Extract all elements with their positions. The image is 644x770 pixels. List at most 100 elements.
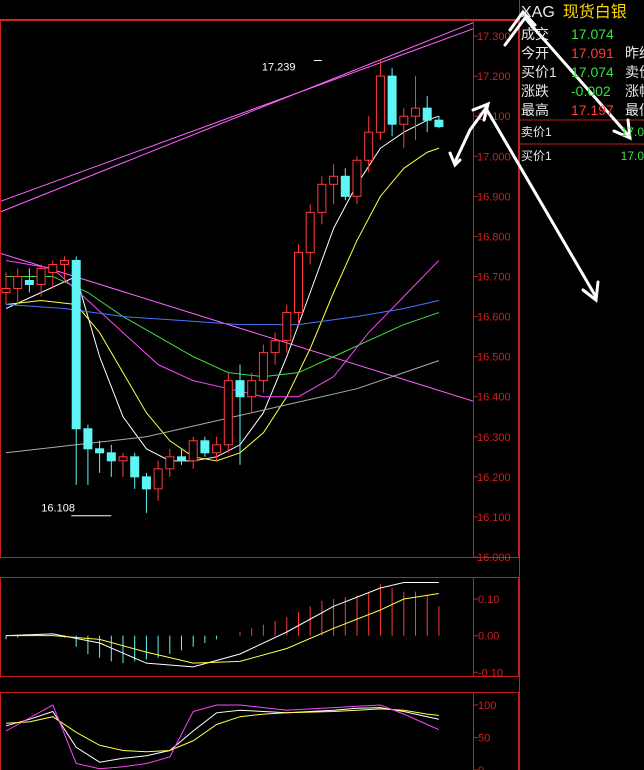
price-tick-label: 17.000 — [477, 151, 511, 163]
candle-body — [305, 211, 315, 253]
candle-body — [223, 380, 233, 446]
order-book-sell: 卖价1 17.0 — [519, 123, 644, 140]
quote-row-change: 涨跌 -0.002 涨幅 — [519, 82, 644, 101]
candle-body — [364, 131, 374, 161]
quote-value: 17.074 — [571, 26, 614, 42]
kdj-tick-label: 50 — [478, 733, 490, 745]
price-plot: 17.239 16.108 — [1, 22, 473, 517]
quote-label: 今开 — [521, 45, 549, 61]
candle-body — [387, 75, 397, 125]
price-tick-label: 16.100 — [477, 512, 511, 524]
kdj-line-1 — [5, 708, 439, 753]
moving-average-1 — [5, 147, 440, 462]
candle-body — [258, 352, 268, 382]
candle-body — [83, 428, 93, 450]
extreme-label: 17.239 — [262, 61, 296, 73]
candle-body — [399, 115, 409, 125]
candle-body — [247, 380, 257, 398]
buy-value: 17.0 — [620, 149, 644, 163]
quote-row-last: 成交 17.074 — [519, 25, 644, 44]
candle-body — [317, 183, 327, 213]
symbol-code: XAG — [521, 4, 555, 21]
candle-body — [118, 456, 128, 462]
candle-body — [422, 107, 432, 121]
kdj-tick-label: 100 — [478, 700, 496, 712]
candle-body — [24, 279, 34, 285]
macd-tick-label: 0.10 — [478, 594, 499, 606]
candle-body — [375, 75, 385, 133]
quote-label: 最高 — [521, 102, 549, 118]
quote-row-open: 今开 17.091 昨结 — [519, 44, 644, 63]
price-tick-label: 16.500 — [477, 352, 511, 364]
candle-body — [13, 275, 23, 289]
candle-body — [434, 119, 444, 128]
symbol-name: 现货白银 — [562, 4, 627, 21]
candle-body — [270, 340, 280, 354]
candle-body — [212, 444, 222, 454]
candle-body — [106, 452, 116, 462]
candle-body — [48, 263, 58, 273]
quote-label: 涨跌 — [521, 83, 549, 99]
quote-value: 17.074 — [571, 64, 614, 80]
quote-value: 17.197 — [571, 102, 614, 118]
price-tick-label: 16.800 — [477, 231, 511, 243]
kdj-line-0 — [5, 707, 440, 763]
macd-tick-label: 0.00 — [478, 631, 499, 643]
moving-average-5 — [5, 360, 440, 454]
kdj-line-2 — [5, 704, 440, 770]
candle-body — [60, 259, 69, 265]
quote-value: -0.002 — [571, 83, 611, 99]
price-tick-label: 16.900 — [477, 191, 511, 203]
sell-value: 17.0 — [620, 125, 644, 139]
price-tick-label: 16.300 — [477, 432, 511, 444]
quote-label: 买价1 — [521, 64, 557, 80]
macd-tick-label: -0.10 — [478, 667, 503, 679]
macd-line-0 — [5, 582, 439, 668]
quote-row-bid: 买价1 17.074 卖价 — [519, 63, 644, 82]
price-tick-label: 16.400 — [477, 392, 511, 404]
candle-body — [177, 456, 186, 462]
candle-body — [282, 312, 292, 342]
order-book-buy: 买价1 17.0 — [519, 147, 644, 164]
buy-label: 买价1 — [521, 149, 552, 163]
price-tick-label: 16.600 — [477, 312, 511, 324]
sell-label: 卖价1 — [521, 125, 552, 139]
macd-line-1 — [6, 593, 439, 664]
candle-body — [188, 440, 198, 462]
candle-body — [141, 476, 151, 490]
quote-row-high: 最高 17.197 最低 — [519, 101, 644, 120]
quote-panel: XAG 现货白银 成交 17.074 今开 17.091 昨结 买价1 17.07… — [519, 0, 644, 170]
candle-body — [165, 456, 175, 470]
candle-body — [130, 456, 140, 478]
quote-header: XAG 现货白银 — [519, 3, 644, 25]
candle-body — [1, 288, 11, 294]
candle-body — [294, 251, 303, 314]
price-tick-label: 16.000 — [477, 552, 511, 564]
kdj-tick-label: 0 — [478, 765, 484, 770]
candle-body — [352, 159, 362, 197]
candle-body — [71, 259, 81, 430]
quote-value: 17.091 — [571, 45, 614, 61]
moving-average-0 — [5, 115, 440, 462]
candle-body — [235, 380, 245, 398]
candle-body — [153, 468, 163, 490]
quote-label2: 最低 — [625, 102, 644, 118]
price-tick-label: 16.200 — [477, 472, 511, 484]
candle-body — [340, 175, 350, 197]
candle-body — [329, 175, 339, 185]
extreme-label: 16.108 — [41, 503, 75, 515]
candle-body — [411, 107, 420, 117]
panel-frame-1 — [0, 577, 519, 677]
candle-body — [95, 448, 105, 454]
panel-frame-2 — [0, 692, 519, 770]
quote-label2: 涨幅 — [625, 83, 644, 99]
moving-average-3 — [5, 259, 440, 398]
candle-body — [36, 267, 46, 285]
quote-label2: 卖价 — [625, 64, 644, 80]
price-tick-label: 17.200 — [477, 71, 511, 83]
price-tick-label: 17.300 — [477, 31, 511, 43]
quote-label2: 昨结 — [625, 45, 644, 61]
quote-label: 成交 — [521, 26, 549, 42]
price-tick-label: 16.700 — [477, 271, 511, 283]
candle-body — [200, 440, 210, 454]
